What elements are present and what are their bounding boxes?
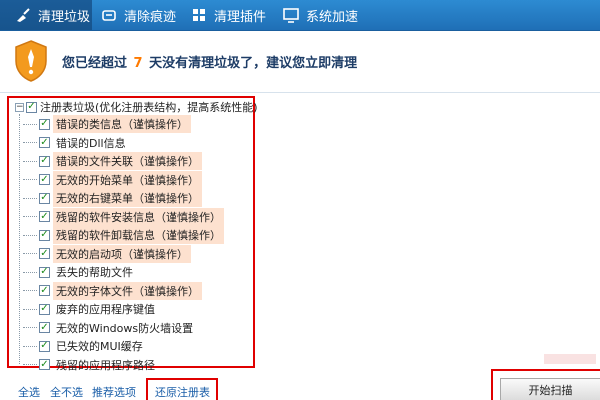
monitor-icon: [282, 6, 300, 24]
tree-item-label: 无效的Windows防火墙设置: [56, 321, 194, 335]
tree-item-label: 残留的应用程序路径: [56, 358, 155, 372]
tree-connector: [23, 290, 37, 291]
top-tab-bar: 清理垃圾 清除痕迹 清理插件 系统加速: [0, 0, 600, 31]
start-scan-button[interactable]: 开始扫描: [500, 378, 600, 400]
tree-item-label: 无效的开始菜单（谨慎操作）: [53, 170, 202, 189]
tree-item-label: 错误的Dll信息: [56, 136, 126, 150]
checkbox[interactable]: ✓: [39, 192, 50, 204]
restore-highlight-box: [146, 378, 218, 400]
select-all-link[interactable]: 全选: [18, 384, 40, 400]
tree-guide-line: [19, 114, 20, 364]
tree-connector: [23, 345, 37, 347]
checkbox[interactable]: ✓: [39, 285, 50, 296]
tree-root-label: 注册表垃圾(优化注册表结构，提高系统性能): [40, 101, 258, 114]
divider: [0, 92, 600, 93]
tree-item[interactable]: ✓ 无效的Windows防火墙设置: [23, 319, 196, 337]
select-none-link[interactable]: 全不选: [50, 384, 83, 400]
tab-label: 清理插件: [214, 9, 267, 25]
notice-prefix: 您已经超过: [62, 56, 128, 71]
checkbox[interactable]: ✓: [39, 340, 50, 352]
decorative-mark: [540, 352, 600, 366]
tab-clean-plugins[interactable]: 清理插件: [190, 0, 282, 30]
plugin-icon: [190, 6, 208, 24]
checkbox[interactable]: ✓: [39, 229, 50, 241]
tree-item-label: 错误的文件关联（谨慎操作）: [53, 152, 202, 170]
tree-connector: [23, 216, 37, 217]
tree-connector: [23, 160, 37, 162]
shield-exclamation-icon: [14, 39, 48, 83]
days-count: 7: [133, 56, 143, 71]
eraser-icon: [100, 6, 118, 24]
tree-item-label: 残留的软件卸载信息（谨慎操作）: [53, 226, 224, 244]
tree-item[interactable]: ✓ 无效的字体文件（谨慎操作）: [23, 281, 202, 300]
tree-item-label: 已失效的MUI缓存: [56, 340, 143, 353]
tree-connector: [23, 327, 37, 328]
tree-item[interactable]: ✓ 废弃的应用程序键值: [23, 300, 158, 318]
checkbox[interactable]: ✓: [39, 118, 50, 130]
tree-connector: [23, 179, 37, 180]
notice-banner: 您已经超过 7 天没有清理垃圾了，建议您立即清理: [0, 31, 600, 93]
checkbox[interactable]: ✓: [39, 266, 50, 278]
tree-connector: [23, 197, 37, 199]
tree-connector: [23, 123, 37, 125]
checkbox[interactable]: ✓: [39, 303, 50, 315]
registry-tree-panel: − ✓ 注册表垃圾(优化注册表结构，提高系统性能) ✓ 错误的类信息（谨慎操作） ✓…: [7, 96, 258, 372]
checkbox[interactable]: ✓: [39, 211, 50, 222]
checkbox[interactable]: ✓: [26, 101, 37, 113]
tree-item[interactable]: ✓ 错误的文件关联（谨慎操作）: [23, 152, 202, 170]
tab-label: 系统加速: [306, 9, 359, 25]
tree-item[interactable]: ✓ 无效的开始菜单（谨慎操作）: [23, 170, 202, 189]
recommended-link[interactable]: 推荐选项: [92, 384, 136, 400]
notice-text: 您已经超过 7 天没有清理垃圾了，建议您立即清理: [62, 52, 357, 71]
tree-item-label: 无效的启动项（谨慎操作）: [53, 244, 191, 263]
tree-item-label: 丢失的帮助文件: [56, 266, 133, 279]
tree-item[interactable]: ✓ 已失效的MUI缓存: [23, 337, 146, 355]
tree-connector: [23, 364, 37, 365]
tree-connector: [23, 253, 37, 254]
checkbox[interactable]: ✓: [39, 322, 50, 333]
tab-clean-junk[interactable]: 清理垃圾: [0, 0, 92, 30]
tree-connector: [23, 271, 37, 273]
tab-clear-traces[interactable]: 清除痕迹: [100, 0, 192, 30]
tree-item[interactable]: ✓ 残留的应用程序路径: [23, 356, 158, 374]
tree-item[interactable]: ✓ 残留的软件卸载信息（谨慎操作）: [23, 226, 224, 244]
tree-item[interactable]: ✓ 无效的右键菜单（谨慎操作）: [23, 189, 202, 207]
tree-item-label: 无效的字体文件（谨慎操作）: [53, 281, 202, 300]
tree-root-registry[interactable]: − ✓ 注册表垃圾(优化注册表结构，提高系统性能): [15, 98, 258, 116]
tab-label: 清除痕迹: [124, 9, 177, 25]
collapse-icon[interactable]: −: [15, 102, 24, 112]
checkbox[interactable]: ✓: [39, 248, 50, 259]
tree-item[interactable]: ✓ 错误的Dll信息: [23, 134, 129, 152]
notice-suffix: 天没有清理垃圾了，建议您立即清理: [149, 56, 358, 71]
tree-item-label: 残留的软件安装信息（谨慎操作）: [53, 207, 224, 226]
tab-system-speedup[interactable]: 系统加速: [282, 0, 382, 30]
broom-icon: [14, 6, 32, 24]
tree-item[interactable]: ✓ 无效的启动项（谨慎操作）: [23, 244, 191, 263]
checkbox[interactable]: ✓: [39, 137, 50, 148]
tree-connector: [23, 234, 37, 236]
tree-connector: [23, 142, 37, 143]
tree-item[interactable]: ✓ 残留的软件安装信息（谨慎操作）: [23, 207, 224, 226]
checkbox[interactable]: ✓: [39, 174, 50, 185]
tree-item-label: 错误的类信息（谨慎操作）: [53, 115, 191, 133]
checkbox[interactable]: ✓: [39, 359, 50, 370]
tree-item[interactable]: ✓ 丢失的帮助文件: [23, 263, 136, 281]
tree-connector: [23, 308, 37, 310]
tree-item[interactable]: ✓ 错误的类信息（谨慎操作）: [23, 115, 191, 133]
tree-item-label: 废弃的应用程序键值: [56, 303, 155, 316]
tree-item-label: 无效的右键菜单（谨慎操作）: [53, 189, 202, 207]
tab-label: 清理垃圾: [38, 9, 91, 25]
checkbox[interactable]: ✓: [39, 155, 50, 167]
